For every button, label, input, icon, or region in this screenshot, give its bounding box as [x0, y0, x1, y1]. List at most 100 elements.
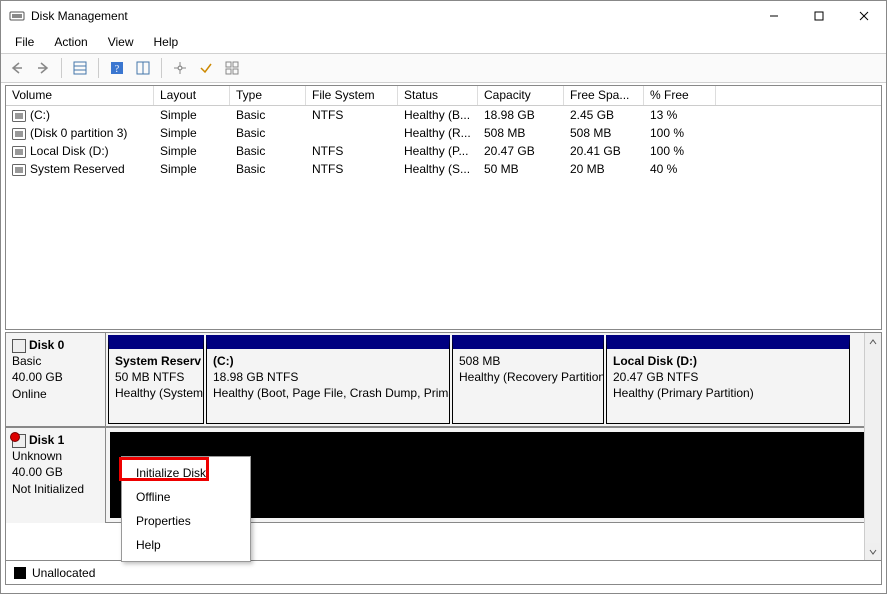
menu-bar: File Action View Help [1, 31, 886, 53]
column-layout[interactable]: Layout [154, 86, 230, 105]
title-bar: Disk Management [1, 1, 886, 31]
volume-pct: 100 % [644, 126, 716, 140]
disk-icon [12, 110, 26, 122]
scroll-down-button[interactable] [865, 543, 881, 560]
window-title: Disk Management [31, 9, 751, 23]
volume-type: Basic [230, 108, 306, 122]
legend-swatch-unallocated [14, 567, 26, 579]
partition[interactable]: (C:) 18.98 GB NTFS Healthy (Boot, Page F… [206, 335, 450, 424]
disk-type: Unknown [12, 449, 62, 463]
partition-name: (C:) [213, 353, 443, 369]
volume-layout: Simple [154, 144, 230, 158]
disk-row: Disk 0 Basic 40.00 GB Online System Rese… [6, 333, 881, 428]
toolbar-separator [61, 58, 62, 78]
ctx-initialize-disk[interactable]: Initialize Disk [122, 461, 250, 485]
column-status[interactable]: Status [398, 86, 478, 105]
volume-cap: 18.98 GB [478, 108, 564, 122]
volume-type: Basic [230, 162, 306, 176]
volume-cap: 20.47 GB [478, 144, 564, 158]
column-volume[interactable]: Volume [6, 86, 154, 105]
ctx-properties[interactable]: Properties [122, 509, 250, 533]
menu-file[interactable]: File [5, 33, 44, 51]
back-button[interactable] [5, 56, 29, 80]
volume-name: (C:) [30, 108, 50, 122]
column-freespace[interactable]: Free Spa... [564, 86, 644, 105]
menu-view[interactable]: View [98, 33, 144, 51]
legend: Unallocated [6, 560, 881, 584]
volume-free: 508 MB [564, 126, 644, 140]
volume-status: Healthy (B... [398, 108, 478, 122]
partition-size: 50 MB NTFS [115, 369, 197, 385]
column-pctfree[interactable]: % Free [644, 86, 716, 105]
partition-name: System Reserv [115, 353, 197, 369]
volume-list[interactable]: Volume Layout Type File System Status Ca… [5, 85, 882, 330]
disk-label[interactable]: Disk 0 Basic 40.00 GB Online [6, 333, 106, 426]
column-type[interactable]: Type [230, 86, 306, 105]
partition-size: 508 MB [459, 353, 597, 369]
volume-row[interactable]: (Disk 0 partition 3) Simple Basic Health… [6, 124, 881, 142]
disk-error-icon [12, 434, 26, 448]
volume-layout: Simple [154, 126, 230, 140]
volume-pct: 13 % [644, 108, 716, 122]
grid-button[interactable] [220, 56, 244, 80]
toolbar-separator [98, 58, 99, 78]
disk-name: Disk 1 [29, 433, 64, 447]
volume-free: 2.45 GB [564, 108, 644, 122]
partition-status: Healthy (System [115, 385, 197, 401]
disk-size: 40.00 GB [12, 370, 63, 384]
minimize-button[interactable] [751, 1, 796, 31]
partition-status: Healthy (Primary Partition) [613, 385, 843, 401]
partition[interactable]: Local Disk (D:) 20.47 GB NTFS Healthy (P… [606, 335, 850, 424]
volume-free: 20 MB [564, 162, 644, 176]
disk-ok-icon [12, 339, 26, 353]
vertical-scrollbar[interactable] [864, 333, 881, 560]
disk-status: Not Initialized [12, 482, 84, 496]
view-list-button[interactable] [68, 56, 92, 80]
menu-action[interactable]: Action [44, 33, 97, 51]
volume-cap: 50 MB [478, 162, 564, 176]
help-button[interactable]: ? [105, 56, 129, 80]
forward-button[interactable] [31, 56, 55, 80]
disk-icon [12, 146, 26, 158]
volume-status: Healthy (P... [398, 144, 478, 158]
volume-row[interactable]: Local Disk (D:) Simple Basic NTFS Health… [6, 142, 881, 160]
partition[interactable]: System Reserv 50 MB NTFS Healthy (System [108, 335, 204, 424]
partition-size: 20.47 GB NTFS [613, 369, 843, 385]
volume-layout: Simple [154, 108, 230, 122]
ctx-help[interactable]: Help [122, 533, 250, 557]
context-menu: Initialize Disk Offline Properties Help [121, 456, 251, 562]
disk-label[interactable]: Disk 1 Unknown 40.00 GB Not Initialized [6, 428, 106, 523]
ctx-offline[interactable]: Offline [122, 485, 250, 509]
volume-row[interactable]: System Reserved Simple Basic NTFS Health… [6, 160, 881, 178]
column-capacity[interactable]: Capacity [478, 86, 564, 105]
app-icon [9, 8, 25, 24]
layout-button[interactable] [131, 56, 155, 80]
volume-fs: NTFS [306, 144, 398, 158]
volume-fs: NTFS [306, 108, 398, 122]
disk-size: 40.00 GB [12, 465, 63, 479]
disk-icon [12, 128, 26, 140]
column-filesystem[interactable]: File System [306, 86, 398, 105]
partition-size: 18.98 GB NTFS [213, 369, 443, 385]
partition[interactable]: 508 MB Healthy (Recovery Partition [452, 335, 604, 424]
volume-name: (Disk 0 partition 3) [30, 126, 127, 140]
volume-status: Healthy (R... [398, 126, 478, 140]
scroll-up-button[interactable] [865, 333, 881, 350]
volume-type: Basic [230, 144, 306, 158]
volume-type: Basic [230, 126, 306, 140]
settings-button[interactable] [168, 56, 192, 80]
volume-list-header[interactable]: Volume Layout Type File System Status Ca… [6, 86, 881, 106]
checkmark-button[interactable] [194, 56, 218, 80]
legend-label-unallocated: Unallocated [32, 566, 95, 580]
toolbar: ? [1, 53, 886, 83]
volume-cap: 508 MB [478, 126, 564, 140]
disk-partitions: System Reserv 50 MB NTFS Healthy (System… [106, 333, 881, 426]
volume-pct: 40 % [644, 162, 716, 176]
close-button[interactable] [841, 1, 886, 31]
maximize-button[interactable] [796, 1, 841, 31]
menu-help[interactable]: Help [144, 33, 189, 51]
partition-status: Healthy (Boot, Page File, Crash Dump, Pr… [213, 385, 443, 401]
volume-row[interactable]: (C:) Simple Basic NTFS Healthy (B... 18.… [6, 106, 881, 124]
volume-name: Local Disk (D:) [30, 144, 109, 158]
volume-fs: NTFS [306, 162, 398, 176]
